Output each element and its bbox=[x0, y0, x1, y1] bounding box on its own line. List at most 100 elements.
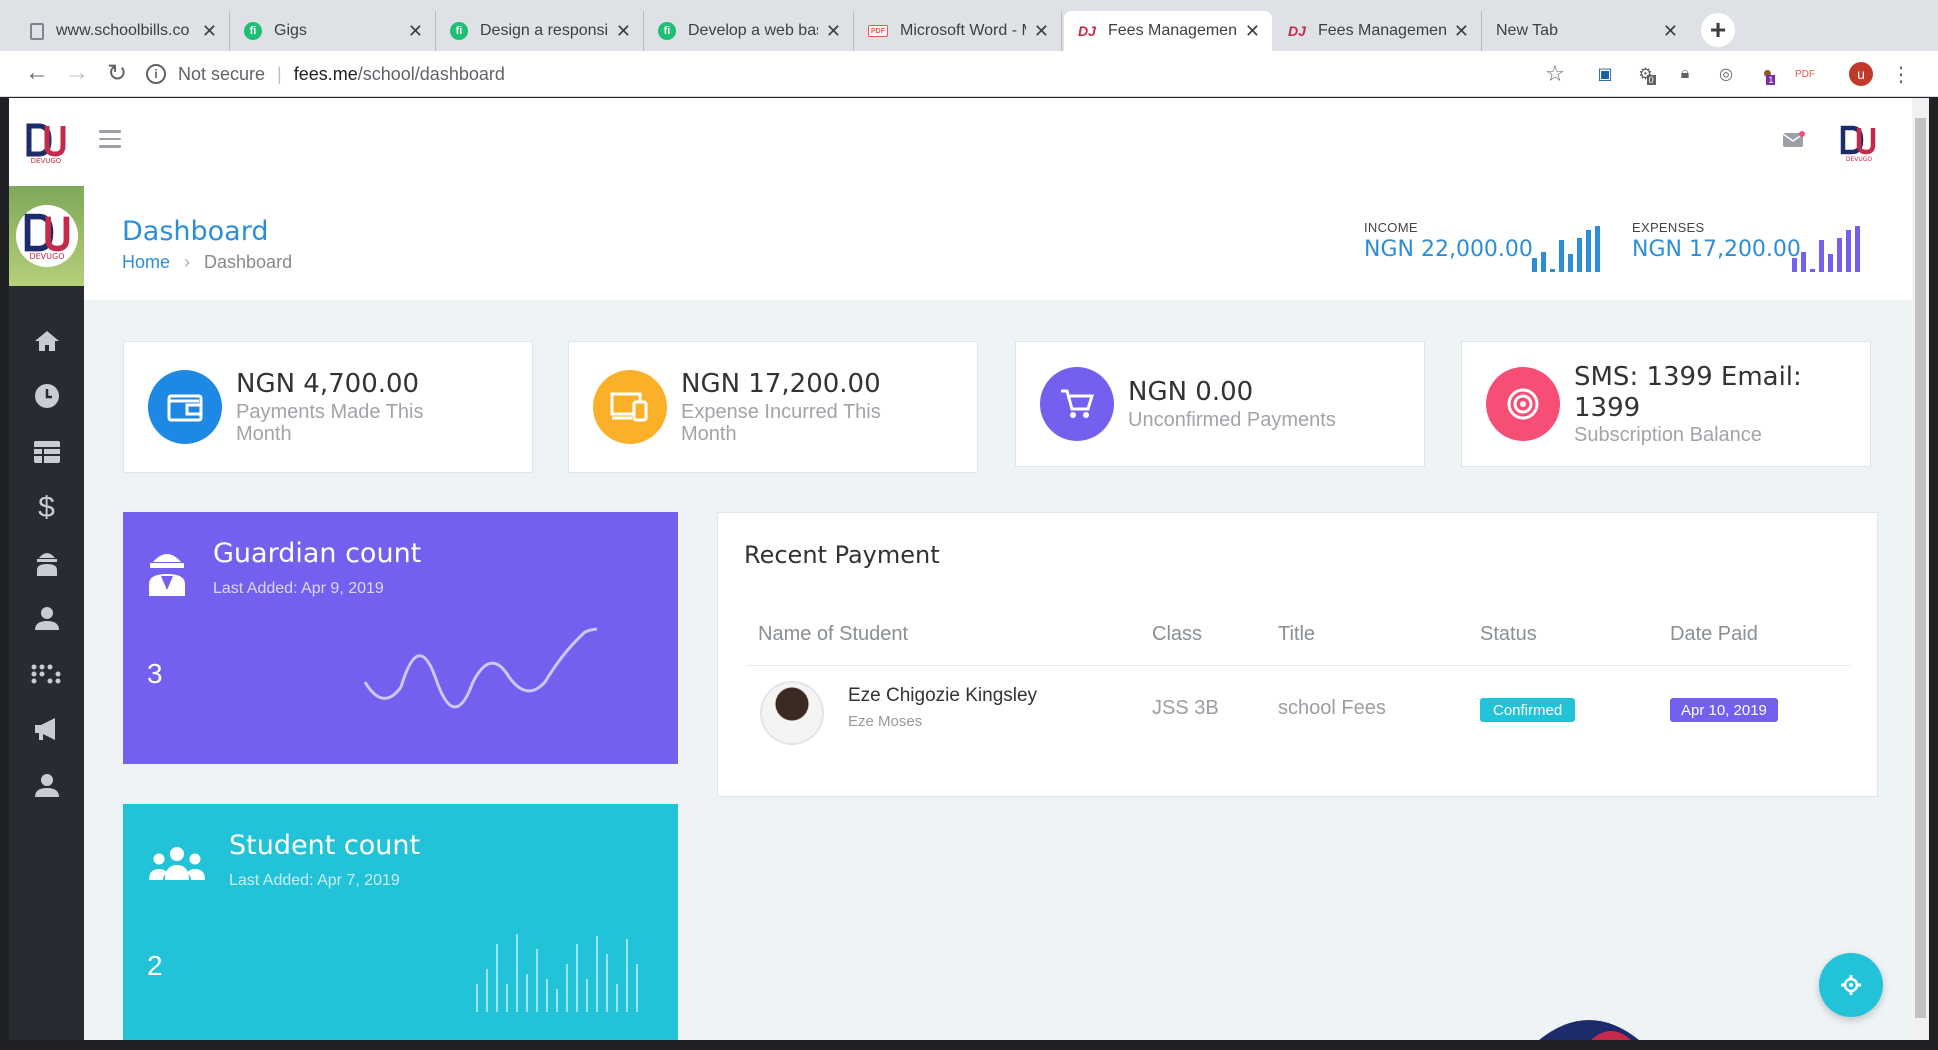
tab-title: www.schoolbills.co bbox=[56, 22, 190, 39]
profile-avatar[interactable]: u bbox=[1849, 62, 1873, 86]
tab-title: Gigs bbox=[274, 22, 307, 39]
table-divider bbox=[746, 665, 1851, 666]
forward-icon[interactable]: → bbox=[62, 58, 92, 88]
stat-subscription: SMS: 1399 Email: 1399 Subscription Balan… bbox=[1461, 341, 1871, 467]
column-header-class: Class bbox=[1152, 623, 1203, 645]
status-badge: Confirmed bbox=[1480, 698, 1576, 722]
expenses-value: NGN 17,200.00 bbox=[1632, 237, 1801, 262]
tab-microsoft-word[interactable]: PDF Microsoft Word - M ✕ bbox=[854, 11, 1062, 51]
column-header-name: Name of Student bbox=[758, 623, 909, 645]
tab-new-tab[interactable]: New Tab ✕ bbox=[1482, 11, 1690, 51]
student-name: Eze Chigozie Kingsley bbox=[848, 685, 1038, 706]
income-value: NGN 22,000.00 bbox=[1364, 237, 1533, 262]
stat-label: Subscription Balance bbox=[1574, 424, 1762, 447]
user-icon[interactable] bbox=[9, 598, 84, 638]
stat-label: Unconfirmed Payments bbox=[1128, 408, 1336, 431]
security-label: Not secure bbox=[178, 63, 266, 84]
fiverr-icon: fi bbox=[450, 22, 468, 40]
guardian-count-card: Guardian count Last Added: Apr 9, 2019 3 bbox=[123, 512, 678, 764]
close-icon[interactable]: ✕ bbox=[1034, 21, 1049, 42]
date-badge: Apr 10, 2019 bbox=[1670, 698, 1778, 722]
profile-icon[interactable] bbox=[9, 765, 84, 805]
gear-icon bbox=[1841, 975, 1861, 995]
stat-label: Payments Made This bbox=[236, 400, 424, 423]
lock-bag-icon[interactable]: 🔒︎ bbox=[1674, 63, 1696, 85]
stat-value: NGN 0.00 bbox=[1128, 377, 1254, 408]
guardian-icon[interactable] bbox=[9, 543, 84, 583]
close-icon[interactable]: ✕ bbox=[202, 21, 217, 42]
cart-icon bbox=[1040, 367, 1114, 441]
tab-gigs[interactable]: fi Gigs ✕ bbox=[230, 11, 436, 51]
scrollbar-thumb[interactable] bbox=[1915, 118, 1926, 1018]
reload-icon[interactable]: ↻ bbox=[102, 58, 132, 88]
income-sparkline bbox=[1532, 226, 1600, 272]
menu-kebab-icon[interactable]: ⋮ bbox=[1890, 63, 1912, 86]
tab-develop-web[interactable]: fi Develop a web bas ✕ bbox=[644, 11, 854, 51]
column-header-date: Date Paid bbox=[1670, 623, 1758, 645]
extension-icon[interactable]: ● 1 bbox=[1758, 63, 1780, 85]
tab-fees-management[interactable]: DJ Fees Management | ✕ bbox=[1274, 11, 1482, 51]
devugo-logo: DEVUGO bbox=[24, 213, 69, 260]
apps-grid-icon[interactable] bbox=[9, 654, 84, 694]
tab-schoolbills[interactable]: www.schoolbills.co ✕ bbox=[16, 11, 230, 51]
target-icon bbox=[1486, 367, 1560, 441]
close-icon[interactable]: ✕ bbox=[826, 21, 841, 42]
student-avatar bbox=[760, 681, 824, 745]
pdf-extension-icon[interactable]: PDF bbox=[1794, 63, 1816, 85]
back-icon[interactable]: ← bbox=[22, 58, 52, 88]
school-avatar[interactable]: DEVUGO bbox=[9, 186, 84, 286]
new-tab-button[interactable]: + bbox=[1701, 13, 1735, 47]
tab-title: Fees Management | bbox=[1318, 22, 1446, 39]
breadcrumb: Home › Dashboard bbox=[122, 252, 292, 273]
dollar-icon[interactable]: $ bbox=[9, 488, 84, 528]
decorative-logo-partial bbox=[1539, 1020, 1639, 1040]
extension-badge: 1 bbox=[1766, 75, 1776, 85]
extension-icon[interactable]: ◎ bbox=[1715, 63, 1737, 85]
panel-title: Recent Payment bbox=[744, 541, 940, 569]
card-title: Guardian count bbox=[213, 538, 422, 569]
extension-icon[interactable]: ▣ bbox=[1594, 63, 1616, 85]
close-icon[interactable]: ✕ bbox=[1245, 21, 1260, 42]
guardian-name: Eze Moses bbox=[848, 713, 923, 730]
svg-text:DEVUGO: DEVUGO bbox=[1846, 156, 1873, 162]
mail-icon[interactable] bbox=[1783, 131, 1805, 148]
tab-strip: www.schoolbills.co ✕ fi Gigs ✕ fi Design… bbox=[0, 0, 1938, 51]
devugo-logo[interactable]: DEVUGO bbox=[25, 122, 67, 164]
stat-label-cont: Month bbox=[236, 422, 292, 445]
page-scrollbar[interactable] bbox=[1912, 98, 1929, 1040]
close-icon[interactable]: ✕ bbox=[1454, 21, 1469, 42]
stat-value: SMS: 1399 Email: 1399 bbox=[1574, 361, 1802, 423]
clock-icon[interactable] bbox=[9, 376, 84, 416]
tab-title: New Tab bbox=[1496, 22, 1558, 39]
student-trend-bars bbox=[476, 934, 638, 1012]
title-cell: school Fees bbox=[1278, 697, 1386, 719]
star-icon[interactable]: ☆ bbox=[1544, 61, 1566, 86]
breadcrumb-home[interactable]: Home bbox=[122, 252, 170, 273]
tab-fees-management-active[interactable]: DJ Fees Management | ✕ bbox=[1064, 11, 1272, 51]
close-icon[interactable]: ✕ bbox=[616, 21, 631, 42]
tab-design-responsive[interactable]: fi Design a responsive ✕ bbox=[436, 11, 644, 51]
url-host: fees.me bbox=[293, 63, 358, 84]
user-avatar-logo[interactable]: DEVUGO bbox=[1839, 124, 1881, 162]
wallet-icon bbox=[148, 370, 222, 444]
expenses-kpi: EXPENSES NGN 17,200.00 bbox=[1632, 220, 1801, 262]
stat-unconfirmed: NGN 0.00 Unconfirmed Payments bbox=[1015, 341, 1425, 467]
column-header-status: Status bbox=[1480, 623, 1537, 645]
close-icon[interactable]: ✕ bbox=[1663, 21, 1678, 42]
address-bar[interactable]: i Not secure | fees.me /school/dashboard bbox=[146, 57, 1566, 91]
stat-expense-incurred: NGN 17,200.00 Expense Incurred This Mont… bbox=[568, 341, 978, 473]
close-icon[interactable]: ✕ bbox=[408, 21, 423, 42]
card-subtitle: Last Added: Apr 9, 2019 bbox=[213, 580, 384, 597]
info-icon[interactable]: i bbox=[146, 64, 166, 84]
devices-icon bbox=[593, 370, 667, 444]
hamburger-menu-icon[interactable] bbox=[99, 130, 121, 148]
megaphone-icon[interactable] bbox=[9, 709, 84, 749]
settings-fab-button[interactable] bbox=[1819, 953, 1883, 1017]
table-icon[interactable] bbox=[9, 432, 84, 472]
card-title: Student count bbox=[229, 830, 421, 861]
home-icon[interactable] bbox=[9, 321, 84, 361]
extension-icon[interactable]: ⚙ 0 bbox=[1636, 63, 1658, 85]
fiverr-icon: fi bbox=[244, 22, 262, 40]
stat-value: NGN 17,200.00 bbox=[681, 369, 881, 400]
svg-text:DEVUGO: DEVUGO bbox=[29, 252, 64, 260]
